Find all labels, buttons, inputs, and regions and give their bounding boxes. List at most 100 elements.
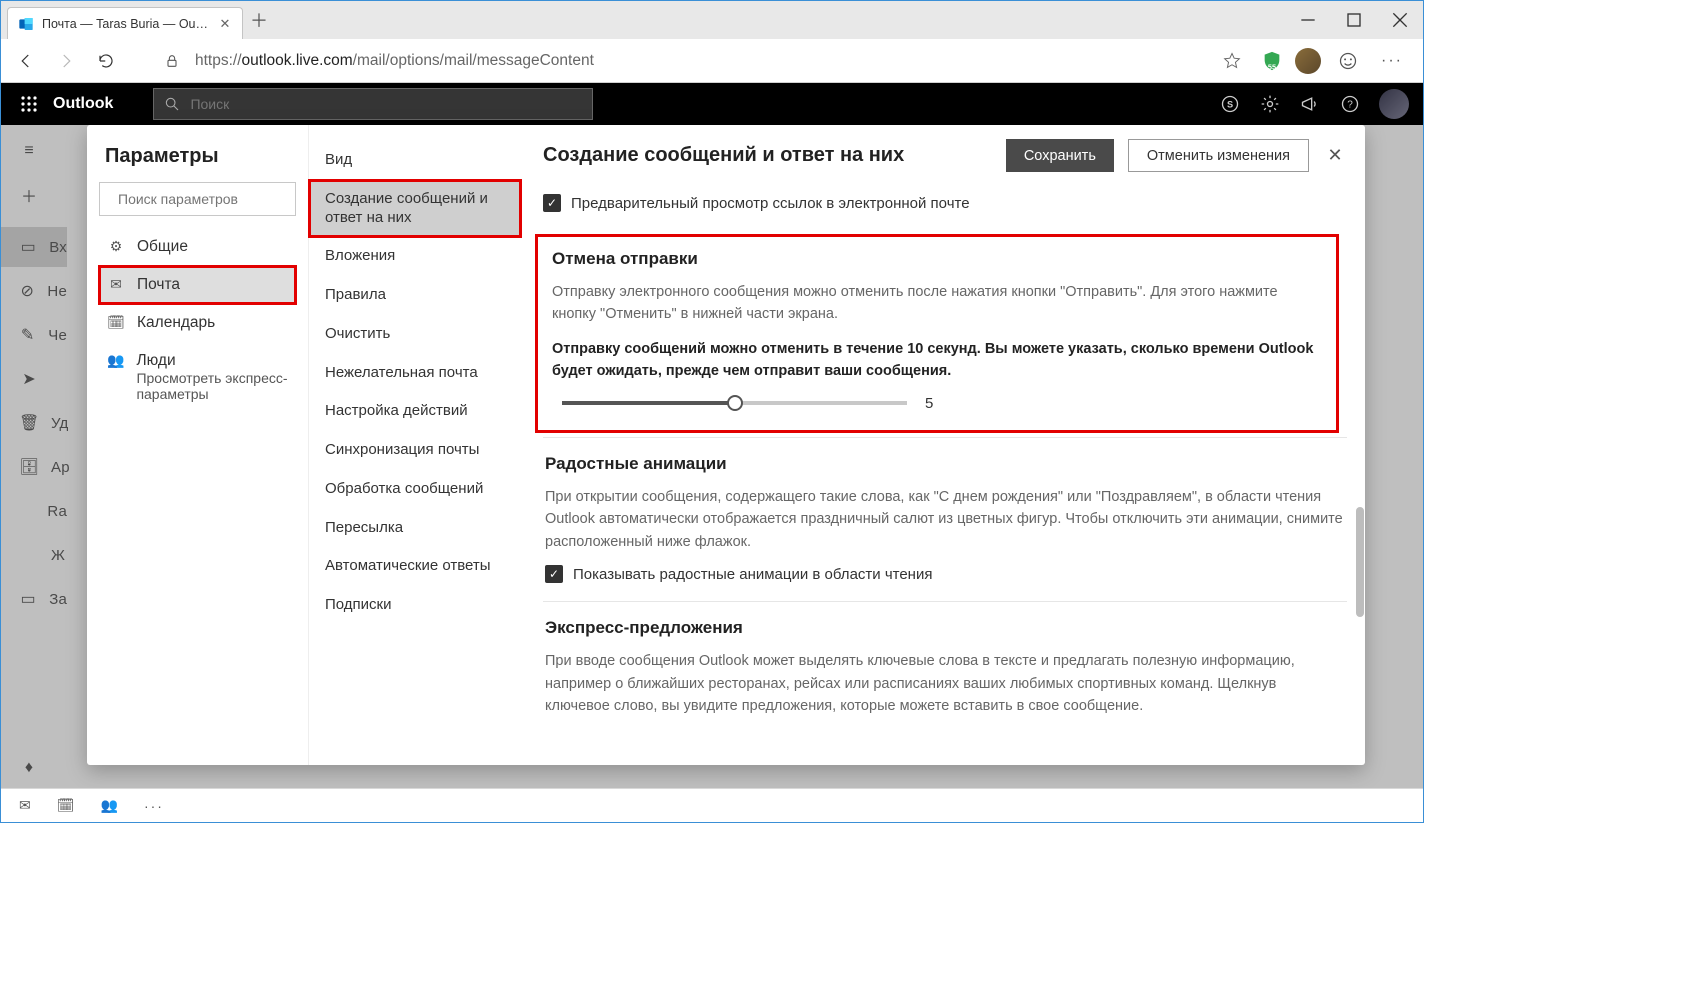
skype-icon[interactable]: S: [1219, 93, 1241, 115]
rail-item[interactable]: 🗑Уд: [1, 403, 67, 443]
undo-strong: Отправку сообщений можно отменить в тече…: [552, 338, 1322, 383]
close-window-button[interactable]: [1377, 1, 1423, 39]
close-tab-icon[interactable]: ✕: [218, 17, 232, 31]
settings-categories: Параметры ⚙ Общие ✉ Почта 🗓 Календарь: [87, 125, 309, 765]
slider-value: 5: [925, 395, 933, 412]
rail-item[interactable]: 🗄Ар: [1, 447, 67, 487]
help-icon[interactable]: ?: [1339, 93, 1361, 115]
mail-rail: ≡ ＋ ▭Вх ⊘Не ✎Че ➤ 🗑Уд 🗄Ар Ra Ж ▭За ♦: [1, 125, 67, 788]
settings-pane: Создание сообщений и ответ на них Сохран…: [521, 125, 1365, 765]
url-host: outlook.live.com: [242, 52, 353, 69]
minimize-button[interactable]: [1285, 1, 1331, 39]
undo-slider[interactable]: [562, 401, 907, 405]
sub-sweep[interactable]: Очистить: [309, 315, 521, 354]
suggest-desc: При вводе сообщения Outlook может выделя…: [545, 650, 1345, 717]
preview-links-label: Предварительный просмотр ссылок в электр…: [571, 195, 970, 212]
rail-item[interactable]: ⊘Не: [1, 271, 67, 311]
search-field[interactable]: [190, 96, 582, 112]
forward-button: [49, 44, 83, 78]
rail-compose[interactable]: ＋: [1, 175, 67, 215]
module-calendar-icon[interactable]: 🗓: [57, 797, 75, 814]
new-tab-button[interactable]: ＋: [243, 7, 275, 33]
joy-checkbox-label: Показывать радостные анимации в области …: [573, 566, 932, 583]
favorite-icon[interactable]: [1215, 44, 1249, 78]
discard-button[interactable]: Отменить изменения: [1128, 139, 1309, 172]
scrollbar-thumb[interactable]: [1356, 507, 1364, 617]
settings-title: Параметры: [105, 145, 290, 168]
close-icon[interactable]: ✕: [1323, 144, 1347, 168]
search-icon: [164, 96, 180, 112]
sub-attachments[interactable]: Вложения: [309, 237, 521, 276]
sub-subscriptions[interactable]: Подписки: [309, 586, 521, 625]
app-launcher-icon[interactable]: [11, 95, 47, 113]
pane-title: Создание сообщений и ответ на них: [543, 144, 992, 167]
rail-item[interactable]: ▭За: [1, 579, 67, 619]
svg-text:?: ?: [1347, 99, 1353, 110]
module-switcher: ✉ 🗓 👥 ···: [1, 788, 1423, 822]
sub-sync-mail[interactable]: Синхронизация почты: [309, 431, 521, 470]
sub-auto-replies[interactable]: Автоматические ответы: [309, 547, 521, 586]
module-more-icon[interactable]: ···: [144, 798, 164, 814]
module-people-icon[interactable]: 👥: [101, 797, 118, 814]
url-prefix: https://: [195, 52, 242, 69]
rail-item[interactable]: ➤: [1, 359, 67, 399]
lock-icon[interactable]: [155, 44, 189, 78]
category-people[interactable]: 👥 ЛюдиПросмотреть экспресс-параметры: [99, 342, 296, 412]
rail-hamburger[interactable]: ≡: [1, 131, 67, 171]
svg-text:55: 55: [1268, 62, 1276, 71]
feedback-icon[interactable]: [1331, 44, 1365, 78]
titlebar: Почта — Taras Buria — Outlook ✕ ＋: [1, 1, 1423, 39]
save-button[interactable]: Сохранить: [1006, 139, 1114, 172]
slider-thumb[interactable]: [727, 395, 743, 411]
maximize-button[interactable]: [1331, 1, 1377, 39]
settings-search[interactable]: [99, 182, 296, 216]
browser-tab[interactable]: Почта — Taras Buria — Outlook ✕: [7, 7, 243, 39]
outlook-header: Outlook S ?: [1, 83, 1423, 125]
rail-item[interactable]: ✎Че: [1, 315, 67, 355]
mail-icon: ✉: [107, 276, 125, 293]
rail-item-inbox[interactable]: ▭Вх: [1, 227, 67, 267]
tab-title: Почта — Taras Buria — Outlook: [42, 17, 210, 31]
calendar-icon: 🗓: [107, 314, 125, 331]
account-avatar[interactable]: [1379, 89, 1409, 119]
joy-title: Радостные анимации: [545, 454, 1345, 474]
sub-forwarding[interactable]: Пересылка: [309, 509, 521, 548]
back-button[interactable]: [9, 44, 43, 78]
rail-premium[interactable]: ♦: [1, 748, 67, 788]
settings-subcategories: Вид Создание сообщений и ответ на них Вл…: [309, 125, 521, 765]
sub-customize-actions[interactable]: Настройка действий: [309, 392, 521, 431]
sub-layout[interactable]: Вид: [309, 141, 521, 180]
rail-item[interactable]: Ж: [1, 535, 67, 575]
settings-gear-icon[interactable]: [1259, 93, 1281, 115]
category-calendar[interactable]: 🗓 Календарь: [99, 304, 296, 342]
suggest-title: Экспресс-предложения: [545, 618, 1345, 638]
sub-rules[interactable]: Правила: [309, 276, 521, 315]
sub-message-handling[interactable]: Обработка сообщений: [309, 470, 521, 509]
security-badge-icon[interactable]: 55: [1259, 48, 1285, 74]
joy-checkbox[interactable]: ✓: [545, 565, 563, 583]
joy-desc: При открытии сообщения, содержащего таки…: [545, 486, 1345, 553]
address-bar: https://outlook.live.com/mail/options/ma…: [1, 39, 1423, 83]
settings-modal: Параметры ⚙ Общие ✉ Почта 🗓 Календарь: [87, 125, 1365, 765]
settings-search-field[interactable]: [118, 191, 299, 207]
module-mail-icon[interactable]: ✉: [19, 797, 31, 814]
megaphone-icon[interactable]: [1299, 93, 1321, 115]
undo-desc: Отправку электронного сообщения можно от…: [552, 281, 1322, 326]
rail-item[interactable]: Ra: [1, 491, 67, 531]
people-icon: 👥: [107, 352, 124, 369]
search-input[interactable]: [153, 88, 593, 120]
more-icon[interactable]: ···: [1375, 44, 1409, 78]
url-field[interactable]: https://outlook.live.com/mail/options/ma…: [195, 52, 1209, 70]
category-mail[interactable]: ✉ Почта: [99, 266, 296, 304]
category-general[interactable]: ⚙ Общие: [99, 228, 296, 266]
url-path: /mail/options/mail/messageContent: [353, 52, 594, 69]
quick-settings-link[interactable]: Просмотреть экспресс-параметры: [136, 370, 288, 402]
sub-compose-reply[interactable]: Создание сообщений и ответ на них: [309, 180, 521, 238]
refresh-button[interactable]: [89, 44, 123, 78]
scrollbar[interactable]: [1355, 177, 1365, 765]
preview-links-checkbox[interactable]: ✓: [543, 194, 561, 212]
profile-avatar[interactable]: [1295, 48, 1321, 74]
slider-fill: [562, 401, 735, 405]
undo-send-section: Отмена отправки Отправку электронного со…: [535, 234, 1339, 433]
sub-junk[interactable]: Нежелательная почта: [309, 354, 521, 393]
